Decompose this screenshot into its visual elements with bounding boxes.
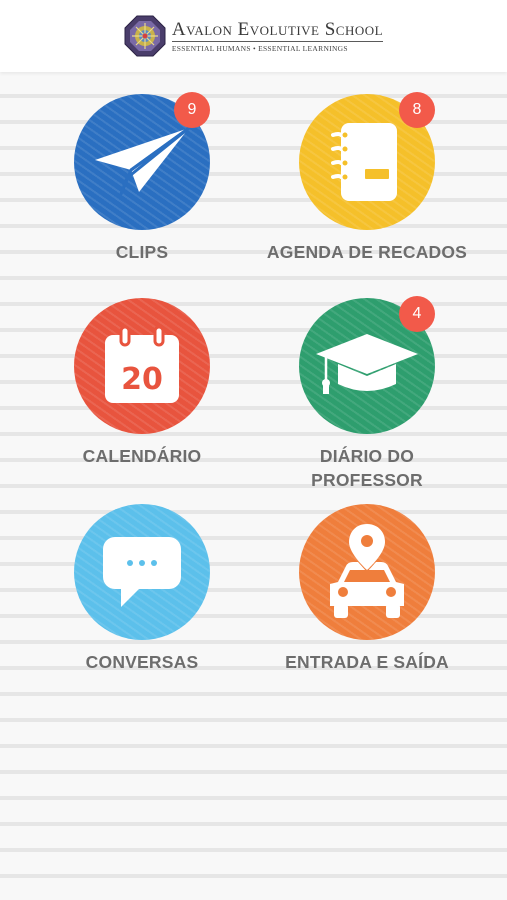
- calendario-label: CALENDÁRIO: [82, 446, 202, 466]
- menu-grid: 9 CLIPS 8 AGENDA DE RECADOS 20 CALENDÁRI…: [0, 72, 507, 900]
- school-logo: Avalon Evolutive School ESSENTIAL HUMANS…: [124, 15, 384, 57]
- entrada-label: ENTRADA E SAÍDA: [285, 652, 449, 672]
- menu-item-calendario[interactable]: 20 CALENDÁRIO: [22, 296, 262, 486]
- conversas-label: CONVERSAS: [85, 652, 199, 672]
- app-header: Avalon Evolutive School ESSENTIAL HUMANS…: [0, 0, 507, 72]
- school-emblem-icon: [124, 15, 166, 57]
- menu-item-entrada-e-saida[interactable]: ENTRADA E SAÍDA: [247, 502, 487, 692]
- calendario-circle: 20: [74, 298, 210, 434]
- diario-badge: 4: [399, 296, 435, 332]
- graduation-cap-icon: [316, 334, 418, 394]
- clips-label: CLIPS: [115, 242, 169, 262]
- car-location-icon: [330, 524, 404, 618]
- agenda-label: AGENDA DE RECADOS: [266, 242, 468, 262]
- school-tagline: ESSENTIAL HUMANS • ESSENTIAL LEARNINGS: [171, 43, 348, 53]
- calendar-day-number: 20: [121, 362, 163, 397]
- menu-item-conversas[interactable]: CONVERSAS: [22, 502, 262, 692]
- school-name: Avalon Evolutive School: [171, 18, 384, 42]
- notebook-icon: [331, 123, 397, 201]
- calendar-icon: 20: [105, 325, 179, 403]
- entrada-circle: [299, 504, 435, 640]
- diario-label-line-1: DIÁRIO DO: [319, 446, 415, 466]
- menu-item-agenda-de-recados[interactable]: 8 AGENDA DE RECADOS: [247, 92, 487, 282]
- agenda-badge: 8: [399, 92, 435, 128]
- menu-item-clips[interactable]: 9 CLIPS: [22, 92, 262, 282]
- conversas-circle: [74, 504, 210, 640]
- paper-plane-icon: [95, 126, 191, 196]
- menu-item-diario-do-professor[interactable]: 4 DIÁRIO DO PROFESSOR: [247, 296, 487, 490]
- chat-bubble-icon: [103, 537, 181, 607]
- diario-label-line-2: PROFESSOR: [311, 470, 423, 490]
- clips-badge: 9: [174, 92, 210, 128]
- diario-label: DIÁRIO DO PROFESSOR: [247, 444, 487, 492]
